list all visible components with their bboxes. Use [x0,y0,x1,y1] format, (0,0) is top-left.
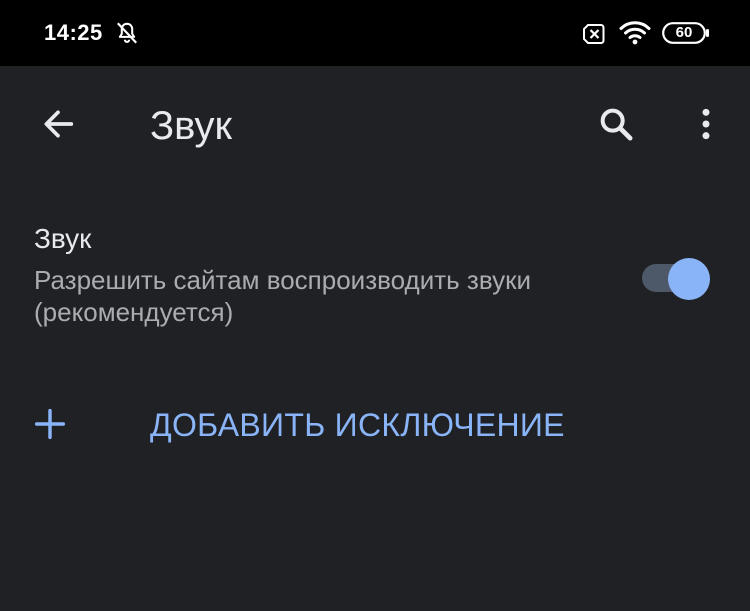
settings-screen: 14:25 60 Звук Звук Разрешить сайтам восп… [0,0,750,611]
search-icon [600,108,633,141]
search-button[interactable] [592,100,640,148]
sound-setting-row[interactable]: Звук Разрешить сайтам воспроизводить зву… [0,212,750,342]
add-exception-button[interactable]: ДОБАВИТЬ ИСКЛЮЧЕНИЕ [0,390,750,460]
page-title: Звук [150,104,233,148]
setting-title: Звук [34,223,92,254]
plus-icon [34,408,66,440]
app-toolbar: Звук [0,66,750,186]
status-bar: 14:25 60 [0,0,750,66]
more-vert-icon [702,108,710,140]
toggle-thumb [668,258,710,300]
battery-indicator: 60 [662,22,710,44]
sim-off-icon [583,24,605,44]
sound-toggle[interactable] [642,258,712,300]
add-exception-label: ДОБАВИТЬ ИСКЛЮЧЕНИЕ [150,407,565,443]
back-button[interactable] [34,100,82,148]
status-time: 14:25 [44,20,103,45]
arrow-back-icon [44,110,74,138]
battery-level: 60 [675,24,693,41]
setting-summary: Разрешить сайтам воспроизводить звуки (р… [34,265,531,327]
more-options-button[interactable] [682,100,730,148]
bell-off-icon [117,22,137,44]
wifi-icon [619,21,651,45]
